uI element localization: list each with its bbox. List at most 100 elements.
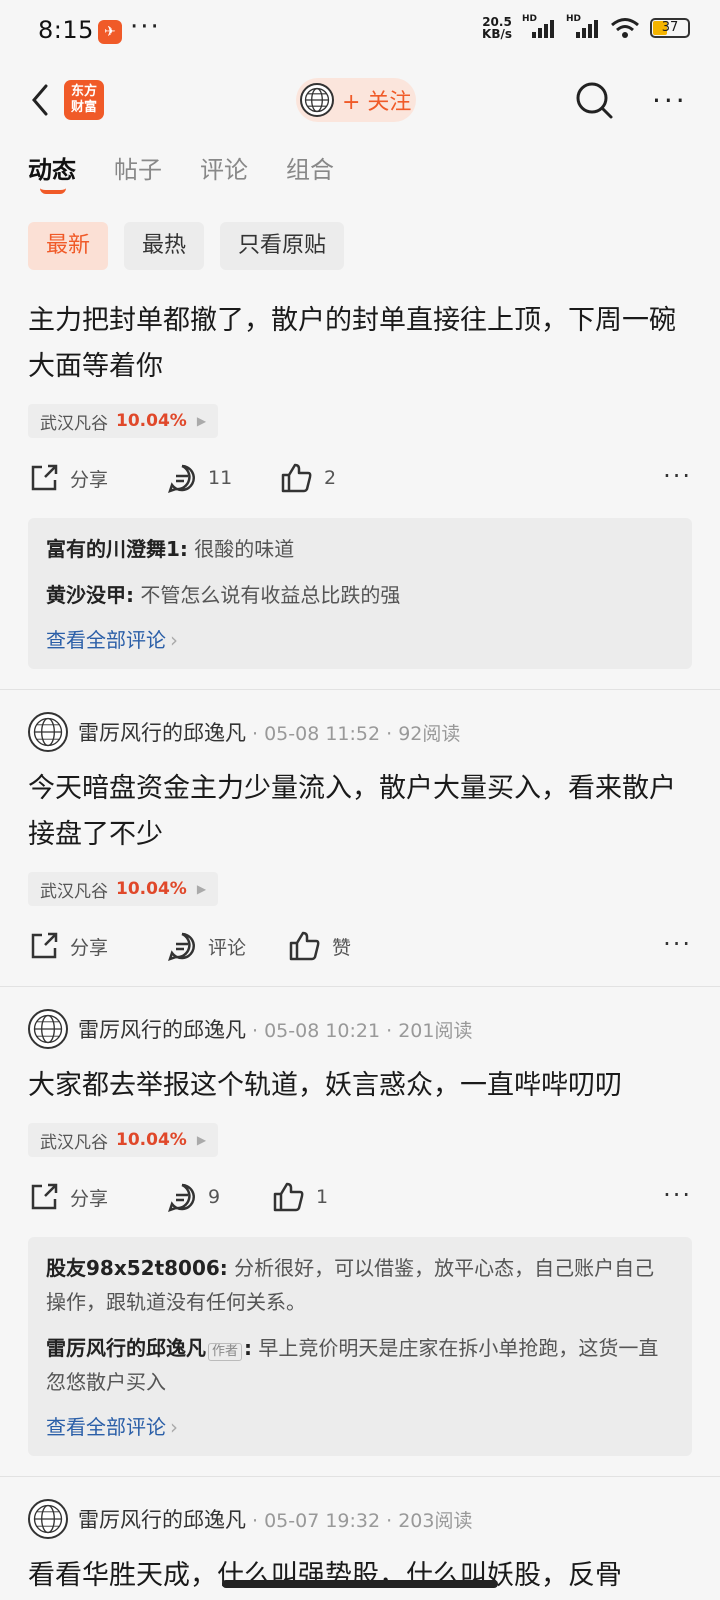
comment-preview[interactable]: 富有的川澄舞1: 很酸的味道 黄沙没甲: 不管怎么说有收益总比跌的强 查看全部评…: [28, 518, 692, 669]
post-actions: 分享 评论 赞 ···: [28, 906, 692, 986]
view-all-label: 查看全部评论: [46, 1415, 166, 1439]
comment-label: 评论: [208, 936, 247, 959]
signal-icon: HD: [522, 14, 556, 38]
post-meta: · 05-07 19:32 · 203阅读: [252, 1509, 473, 1532]
thumbs-up-icon: [281, 463, 312, 493]
filter-hottest[interactable]: 最热: [124, 222, 205, 270]
play-arrow-icon: ▶: [196, 1133, 207, 1147]
post-body: 主力把封单都撤了，散户的封单直接往上顶，下周一碗大面等着你: [28, 305, 676, 382]
author-name[interactable]: 雷厉风行的邱逸凡: [78, 717, 246, 747]
stock-tag[interactable]: 武汉凡谷 10.04% ▶: [28, 872, 219, 906]
stock-change: 10.04%: [116, 879, 187, 899]
post-item[interactable]: 主力把封单都撤了，散户的封单直接往上顶，下周一碗大面等着你 武汉凡谷 10.04…: [0, 276, 720, 690]
comment-preview[interactable]: 股友98x52t8006: 分析很好，可以借鉴，放平心态，自己账户自己操作，跟轨…: [28, 1237, 692, 1456]
share-label: 分享: [70, 936, 109, 959]
tab-label: 评论: [200, 156, 248, 184]
comment-count: 9: [208, 1186, 221, 1208]
back-arrow-icon[interactable]: [28, 82, 52, 118]
post-item[interactable]: 雷厉风行的邱逸凡 · 05-08 11:52 · 92阅读 今天暗盘资金主力少量…: [0, 690, 720, 987]
comment-colon: :: [244, 1336, 253, 1360]
signal-icon-2: HD: [566, 14, 600, 38]
post-body: 看看华胜天成，什么叫强势股，什么叫妖股，反骨: [28, 1560, 622, 1591]
comment-button[interactable]: 11: [166, 462, 296, 494]
comment-item: 股友98x52t8006: 分析很好，可以借鉴，放平心态，自己账户自己操作，跟轨…: [46, 1251, 674, 1319]
comment-author[interactable]: 黄沙没甲:: [46, 583, 134, 607]
avatar[interactable]: [28, 1499, 68, 1539]
post-meta: · 05-08 10:21 · 201阅读: [252, 1019, 473, 1042]
post-body: 今天暗盘资金主力少量流入，散户大量买入，看来散户接盘了不少: [28, 773, 676, 850]
comment-icon: [168, 932, 195, 961]
sort-filters: 最新 最热 只看原贴: [28, 222, 345, 270]
chevron-right-icon: ›: [170, 1415, 178, 1439]
filter-original-only[interactable]: 只看原贴: [220, 222, 345, 270]
comment-author[interactable]: 雷厉风行的邱逸凡: [46, 1336, 206, 1360]
tab-dynamics[interactable]: 动态: [28, 150, 76, 194]
app-logo: 东方 财富: [64, 80, 104, 120]
like-button[interactable]: 赞: [288, 930, 418, 962]
search-icon[interactable]: [574, 80, 614, 120]
share-label: 分享: [70, 468, 109, 491]
share-icon: [31, 1183, 58, 1210]
filter-latest[interactable]: 最新: [28, 222, 109, 270]
comment-author[interactable]: 富有的川澄舞1:: [46, 537, 188, 561]
comment-icon: [168, 1183, 195, 1212]
comment-text: 不管怎么说有收益总比跌的强: [140, 583, 401, 607]
more-menu-icon[interactable]: ···: [652, 84, 688, 117]
tab-portfolio[interactable]: 组合: [286, 150, 334, 185]
top-nav: 东方 财富 + 关注 ···: [0, 62, 720, 138]
network-type-2: HD: [566, 14, 582, 24]
tab-posts[interactable]: 帖子: [114, 150, 162, 185]
post-more-icon[interactable]: ···: [663, 1181, 692, 1209]
status-bar: 8:15 ✈ ··· 20.5 KB/s HD HD 37: [0, 0, 720, 62]
post-meta: · 05-08 11:52 · 92阅读: [252, 722, 461, 745]
tab-comments[interactable]: 评论: [200, 150, 248, 185]
stock-change: 10.04%: [116, 411, 187, 431]
share-button[interactable]: 分享: [28, 462, 158, 494]
network-speed: 20.5 KB/s: [482, 16, 512, 40]
share-button[interactable]: 分享: [28, 1181, 158, 1213]
comment-icon: [168, 464, 195, 493]
post-actions: 分享 9 1 ···: [28, 1157, 692, 1237]
thumbs-up-icon: [289, 931, 320, 961]
author-name[interactable]: 雷厉风行的邱逸凡: [78, 1014, 246, 1044]
follow-label: + 关注: [342, 90, 412, 115]
avatar[interactable]: [28, 1009, 68, 1049]
comment-button[interactable]: 评论: [166, 930, 296, 962]
like-label: 赞: [332, 936, 352, 959]
user-avatar-icon: [300, 83, 334, 117]
view-all-comments-link[interactable]: 查看全部评论 ›: [46, 1411, 674, 1440]
share-button[interactable]: 分享: [28, 930, 158, 962]
stock-tag[interactable]: 武汉凡谷 10.04% ▶: [28, 404, 219, 438]
like-button[interactable]: 2: [280, 462, 410, 494]
chevron-right-icon: ›: [170, 628, 178, 652]
author-row: 雷厉风行的邱逸凡 · 05-08 10:21 · 201阅读: [28, 999, 692, 1059]
comment-text: 很酸的味道: [194, 537, 295, 561]
author-row: 雷厉风行的邱逸凡 · 05-08 11:52 · 92阅读: [28, 702, 692, 762]
stock-tag[interactable]: 武汉凡谷 10.04% ▶: [28, 1123, 219, 1157]
post-item[interactable]: 雷厉风行的邱逸凡 · 05-08 10:21 · 201阅读 大家都去举报这个轨…: [0, 987, 720, 1477]
avatar[interactable]: [28, 712, 68, 752]
battery-level: 37: [661, 20, 679, 35]
stock-name: 武汉凡谷: [40, 413, 108, 434]
post-more-icon[interactable]: ···: [663, 462, 692, 490]
post-actions: 分享 11 2 ···: [28, 438, 692, 518]
comment-item: 雷厉风行的邱逸凡 作者: 早上竞价明天是庄家在拆小单抢跑，这货一直忽悠散户买入: [46, 1331, 674, 1399]
content-tabs: 动态 帖子 评论 组合: [28, 150, 334, 194]
post-more-icon[interactable]: ···: [663, 930, 692, 958]
status-time: 8:15: [38, 16, 94, 44]
share-label: 分享: [70, 1187, 109, 1210]
follow-button[interactable]: + 关注: [296, 78, 416, 122]
stock-name: 武汉凡谷: [40, 1132, 108, 1153]
like-button[interactable]: 1: [272, 1181, 402, 1213]
logo-line2: 财富: [70, 100, 97, 115]
comment-author[interactable]: 股友98x52t8006:: [46, 1256, 228, 1280]
share-icon: [31, 932, 58, 959]
active-tab-indicator: [40, 188, 66, 194]
logo-line1: 东方: [70, 84, 97, 99]
home-indicator[interactable]: [222, 1580, 498, 1588]
play-arrow-icon: ▶: [196, 882, 207, 896]
author-badge: 作者: [208, 1343, 243, 1361]
view-all-comments-link[interactable]: 查看全部评论 ›: [46, 624, 674, 653]
author-name[interactable]: 雷厉风行的邱逸凡: [78, 1504, 246, 1534]
thumbs-up-icon: [273, 1182, 304, 1212]
